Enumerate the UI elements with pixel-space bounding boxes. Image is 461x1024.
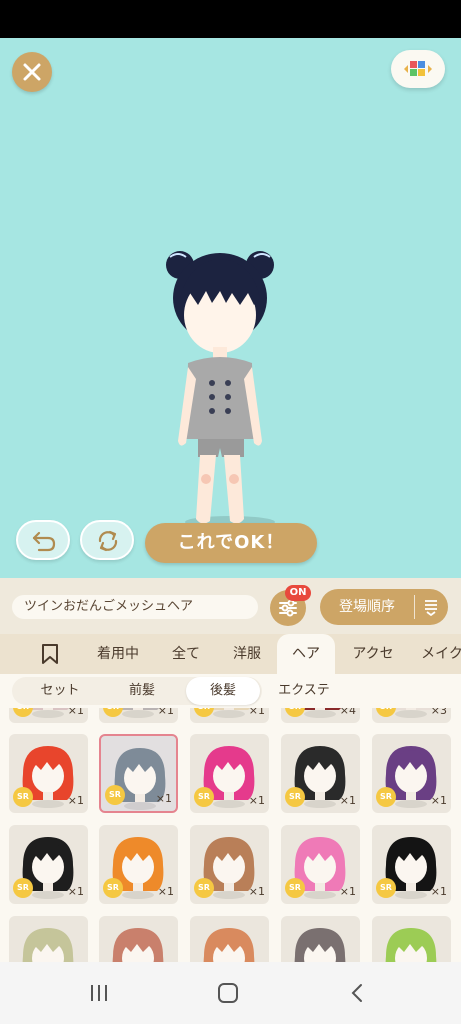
item-count: ×1 [157,885,174,898]
rarity-badge: SR [285,878,305,898]
close-button[interactable] [12,52,52,92]
item-grid: SR×1SR×1SR×1SR×4SR×3SR×1SR×1SR×1SR×1SR×1… [0,708,461,962]
hair-item-card[interactable] [99,916,178,962]
category-tab[interactable]: ヘア [277,634,335,674]
rarity-badge: SR [13,787,33,807]
view-toggle-button[interactable] [391,50,445,88]
avatar-stage: これでOK！ [0,38,461,578]
hair-item-card[interactable]: SR ×1 [281,825,360,904]
item-count: ×1 [67,794,84,807]
sort-lines-icon [425,600,437,616]
hair-item-card[interactable]: SR×1 [99,708,178,723]
rarity-badge: SR [194,878,214,898]
rarity-badge: SR [103,878,123,898]
rarity-badge: SR [194,787,214,807]
category-tabs: 着用中 全て 洋服 ヘア アクセ メイク [0,634,461,674]
item-count: ×1 [67,885,84,898]
hair-item-card[interactable]: SR×3 [372,708,451,723]
item-count: ×1 [430,794,447,807]
hair-item-card[interactable]: SR ×1 [372,734,451,813]
item-count: ×3 [430,708,447,717]
recent-apps-icon[interactable] [88,982,110,1004]
system-nav-bar [0,962,461,1024]
hair-item-card[interactable]: SR×1 [9,708,88,723]
sort-label: 登場順序 [339,599,395,615]
item-count: ×1 [157,708,174,717]
item-count: ×1 [339,885,356,898]
hair-item-card[interactable]: SR ×1 [372,825,451,904]
avatar-figure [166,251,274,524]
sub-tab[interactable]: 後髪 [186,677,260,705]
category-tab[interactable]: 洋服 [222,634,272,674]
item-count: ×1 [155,792,172,805]
item-count: ×1 [248,885,265,898]
hair-item-card[interactable]: SR ×1 [190,734,269,813]
selected-item-name: ツインおだんごメッシュヘア [12,595,258,619]
hair-item-card[interactable]: SR ×1 [190,825,269,904]
item-count: ×1 [67,708,84,717]
bookmark-icon[interactable] [40,643,60,665]
rarity-badge: SR [285,787,305,807]
category-tab[interactable]: 全て [160,634,212,674]
hair-preview-icon [203,928,255,962]
hair-item-card[interactable]: SR ×1 [99,734,178,813]
category-tab[interactable]: アクセ [340,634,406,674]
rarity-badge: SR [105,785,125,805]
item-count: ×1 [248,708,265,717]
filter-on-badge: ON [285,585,311,601]
confirm-ok-button[interactable]: これでOK！ [145,523,317,563]
sub-tabs: セット 前髪 後髪 エクステ [0,674,461,708]
hair-item-card[interactable]: SR ×1 [9,825,88,904]
back-icon[interactable] [346,982,368,1004]
hair-item-card[interactable]: SR×4 [281,708,360,723]
sub-tab[interactable]: エクステ [266,677,342,705]
hair-item-card[interactable]: SR ×1 [281,734,360,813]
hair-item-card[interactable] [372,916,451,962]
hair-item-card[interactable]: SR ×1 [99,825,178,904]
rarity-badge: SR [376,878,396,898]
status-bar [0,0,461,38]
hair-item-card[interactable] [190,916,269,962]
randomize-button[interactable] [80,520,134,560]
close-icon [23,63,41,81]
hair-preview-icon [385,928,437,962]
home-icon[interactable] [217,982,239,1004]
hair-item-card[interactable]: SR×1 [190,708,269,723]
hair-item-card[interactable]: SR ×1 [9,734,88,813]
item-count: ×4 [339,708,356,717]
hair-preview-icon [112,928,164,962]
sub-tab[interactable]: 前髪 [104,677,180,705]
item-count: ×1 [430,885,447,898]
rarity-badge: SR [13,878,33,898]
sliders-icon [279,599,297,617]
category-tab[interactable]: メイク [412,634,461,674]
hair-preview-icon [294,928,346,962]
sort-divider [414,595,415,619]
rarity-badge: SR [376,787,396,807]
color-blocks-icon [404,61,432,76]
hair-item-card[interactable] [281,916,360,962]
item-count: ×1 [248,794,265,807]
sort-order-button[interactable]: 登場順序 [320,589,448,625]
sub-tab[interactable]: セット [22,677,98,705]
item-count: ×1 [339,794,356,807]
undo-arrow-icon [32,531,56,552]
item-info-bar: ツインおだんごメッシュヘア ON 登場順序 [0,578,461,634]
shuffle-icon [98,530,118,552]
hair-preview-icon [22,928,74,962]
category-tab[interactable]: 着用中 [86,634,150,674]
hair-item-card[interactable] [9,916,88,962]
undo-button[interactable] [16,520,70,560]
